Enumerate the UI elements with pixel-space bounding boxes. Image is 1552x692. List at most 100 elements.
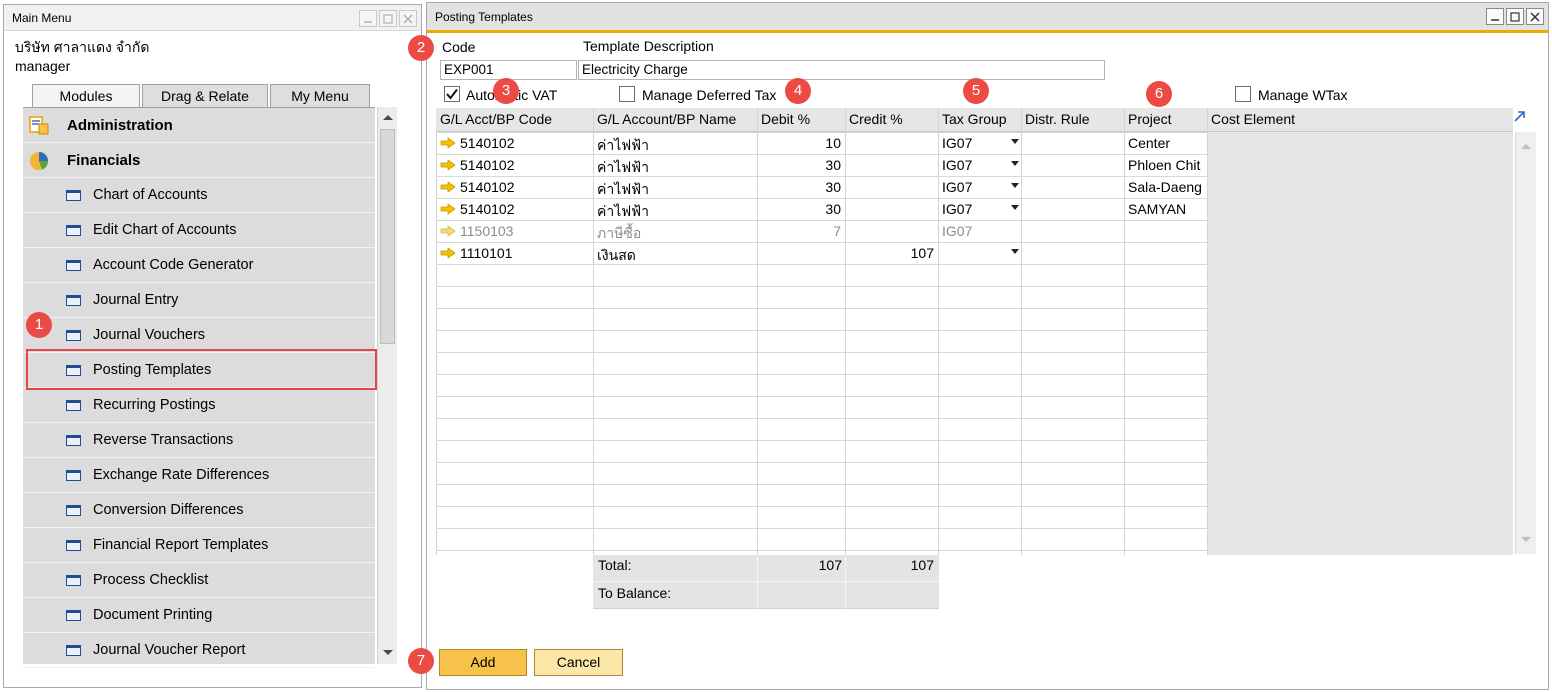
- grid-cell-code[interactable]: 5140102: [460, 157, 589, 173]
- link-arrow-icon[interactable]: [440, 203, 456, 215]
- grid-cell-tax[interactable]: IG07: [942, 201, 1017, 217]
- dropdown-arrow-icon[interactable]: [1011, 249, 1019, 255]
- link-arrow-icon[interactable]: [440, 159, 456, 171]
- grid-cell-code[interactable]: 5140102: [460, 179, 589, 195]
- tab-drag-relate[interactable]: Drag & Relate: [142, 84, 268, 108]
- grid-cell-project[interactable]: Center: [1128, 135, 1203, 151]
- menu-item-financials-label: Financials: [67, 151, 141, 169]
- grid-cell-project[interactable]: Sala-Daeng: [1128, 179, 1203, 195]
- column-header[interactable]: G/L Acct/BP Code: [440, 111, 591, 127]
- menu-item-process-checklist[interactable]: Process Checklist: [23, 563, 375, 598]
- form-icon: [66, 505, 81, 516]
- column-header[interactable]: Debit %: [761, 111, 843, 127]
- grid-cell-code[interactable]: 5140102: [460, 201, 589, 217]
- column-header[interactable]: Credit %: [849, 111, 936, 127]
- menu-item-label: Account Code Generator: [93, 257, 254, 273]
- scrollbar-thumb[interactable]: [380, 129, 395, 344]
- column-header[interactable]: G/L Account/BP Name: [597, 111, 755, 127]
- menu-item-edit-chart-of-accounts[interactable]: Edit Chart of Accounts: [23, 213, 375, 248]
- grid-cell-code[interactable]: 1150103: [460, 223, 589, 239]
- annotation-badge-7: 7: [408, 648, 434, 674]
- maximize-button[interactable]: [379, 10, 397, 27]
- form-icon: [66, 435, 81, 446]
- grid-cell-code[interactable]: 5140102: [460, 135, 589, 151]
- grid-cell-debit[interactable]: 30: [759, 157, 841, 173]
- grid-cell-tax[interactable]: IG07: [942, 223, 1017, 239]
- grid-cell-project[interactable]: Phloen Chit: [1128, 157, 1203, 173]
- annotation-badge-1: 1: [26, 312, 52, 338]
- menu-item-document-printing[interactable]: Document Printing: [23, 598, 375, 633]
- menu-item-journal-entry[interactable]: Journal Entry: [23, 283, 375, 318]
- column-header[interactable]: Cost Element: [1211, 111, 1511, 127]
- grid-cell-debit[interactable]: 30: [759, 179, 841, 195]
- minimize-button[interactable]: [1486, 8, 1504, 25]
- grid-cell-tax[interactable]: IG07: [942, 157, 1017, 173]
- manage-deferred-tax-checkbox[interactable]: [619, 86, 635, 102]
- code-field[interactable]: EXP001: [440, 60, 577, 80]
- menu-item-financials[interactable]: Financials: [23, 143, 375, 178]
- grid-cell-name[interactable]: ค่าไฟฟ้า: [597, 157, 753, 179]
- add-button[interactable]: Add: [439, 649, 527, 676]
- automatic-vat-checkbox[interactable]: [444, 86, 460, 102]
- menu-item-conversion-differences[interactable]: Conversion Differences: [23, 493, 375, 528]
- form-icon: [66, 330, 81, 341]
- column-header[interactable]: Tax Group: [942, 111, 1019, 127]
- grid-cell-name[interactable]: เงินสด: [597, 245, 753, 267]
- dropdown-arrow-icon[interactable]: [1011, 161, 1019, 167]
- link-arrow-icon[interactable]: [440, 247, 456, 259]
- dropdown-arrow-icon[interactable]: [1011, 183, 1019, 189]
- menu-item-account-code-generator[interactable]: Account Code Generator: [23, 248, 375, 283]
- posting-templates-title: Posting Templates: [435, 10, 533, 24]
- dropdown-arrow-icon[interactable]: [1011, 205, 1019, 211]
- close-button[interactable]: [1526, 8, 1544, 25]
- annotation-badge-3: 3: [493, 78, 519, 104]
- menu-scrollbar[interactable]: [377, 107, 397, 664]
- form-icon: [66, 470, 81, 481]
- maximize-button[interactable]: [1506, 8, 1524, 25]
- menu-item-chart-of-accounts[interactable]: Chart of Accounts: [23, 178, 375, 213]
- minimize-icon: [364, 20, 372, 23]
- menu-item-recurring-postings[interactable]: Recurring Postings: [23, 388, 375, 423]
- grid-border: [436, 132, 437, 555]
- menu-item-reverse-transactions[interactable]: Reverse Transactions: [23, 423, 375, 458]
- grid-cell-tax[interactable]: IG07: [942, 135, 1017, 151]
- column-header[interactable]: Distr. Rule: [1025, 111, 1122, 127]
- tab-modules[interactable]: Modules: [32, 84, 140, 109]
- form-icon: [66, 260, 81, 271]
- link-arrow-icon[interactable]: [440, 137, 456, 149]
- link-arrow-icon[interactable]: [440, 225, 456, 237]
- grid-cell-code[interactable]: 1110101: [460, 245, 589, 261]
- minimize-button[interactable]: [359, 10, 377, 27]
- grid-cell-credit[interactable]: 107: [847, 245, 934, 261]
- grid-cell-debit[interactable]: 7: [759, 223, 841, 239]
- grid-cell-name[interactable]: ภาษีซื้อ: [597, 223, 753, 245]
- menu-item-administration[interactable]: Administration: [23, 108, 375, 143]
- grid-scrollbar[interactable]: [1515, 132, 1536, 554]
- expand-icon[interactable]: [1513, 110, 1526, 123]
- grid-cell-name[interactable]: ค่าไฟฟ้า: [597, 179, 753, 201]
- grid-cell-name[interactable]: ค่าไฟฟ้า: [597, 201, 753, 223]
- grid-cell-name[interactable]: ค่าไฟฟ้า: [597, 135, 753, 157]
- column-header[interactable]: Project: [1128, 111, 1205, 127]
- cancel-button[interactable]: Cancel: [534, 649, 623, 676]
- link-arrow-icon[interactable]: [440, 181, 456, 193]
- form-icon: [66, 645, 81, 656]
- menu-item-label: Journal Voucher Report: [93, 642, 246, 658]
- template-description-field[interactable]: Electricity Charge: [578, 60, 1105, 80]
- grid-cell-tax[interactable]: IG07: [942, 179, 1017, 195]
- menu-item-exchange-rate-differences[interactable]: Exchange Rate Differences: [23, 458, 375, 493]
- grid-cell-project[interactable]: SAMYAN: [1128, 201, 1203, 217]
- grid-cell-debit[interactable]: 10: [759, 135, 841, 151]
- grid-cell-debit[interactable]: 30: [759, 201, 841, 217]
- manage-wtax-checkbox[interactable]: [1235, 86, 1251, 102]
- administration-icon: [29, 116, 49, 135]
- tab-my-menu[interactable]: My Menu: [270, 84, 370, 108]
- company-name: บริษัท ศาลาแดง จำกัด: [15, 39, 150, 55]
- menu-item-journal-voucher-report[interactable]: Journal Voucher Report: [23, 633, 375, 668]
- dropdown-arrow-icon[interactable]: [1011, 139, 1019, 145]
- menu-item-journal-vouchers[interactable]: Journal Vouchers: [23, 318, 375, 353]
- close-button[interactable]: [399, 10, 417, 27]
- menu-item-label: Journal Vouchers: [93, 327, 206, 343]
- totals-col-divider: [845, 555, 846, 609]
- menu-item-financial-report-templates[interactable]: Financial Report Templates: [23, 528, 375, 563]
